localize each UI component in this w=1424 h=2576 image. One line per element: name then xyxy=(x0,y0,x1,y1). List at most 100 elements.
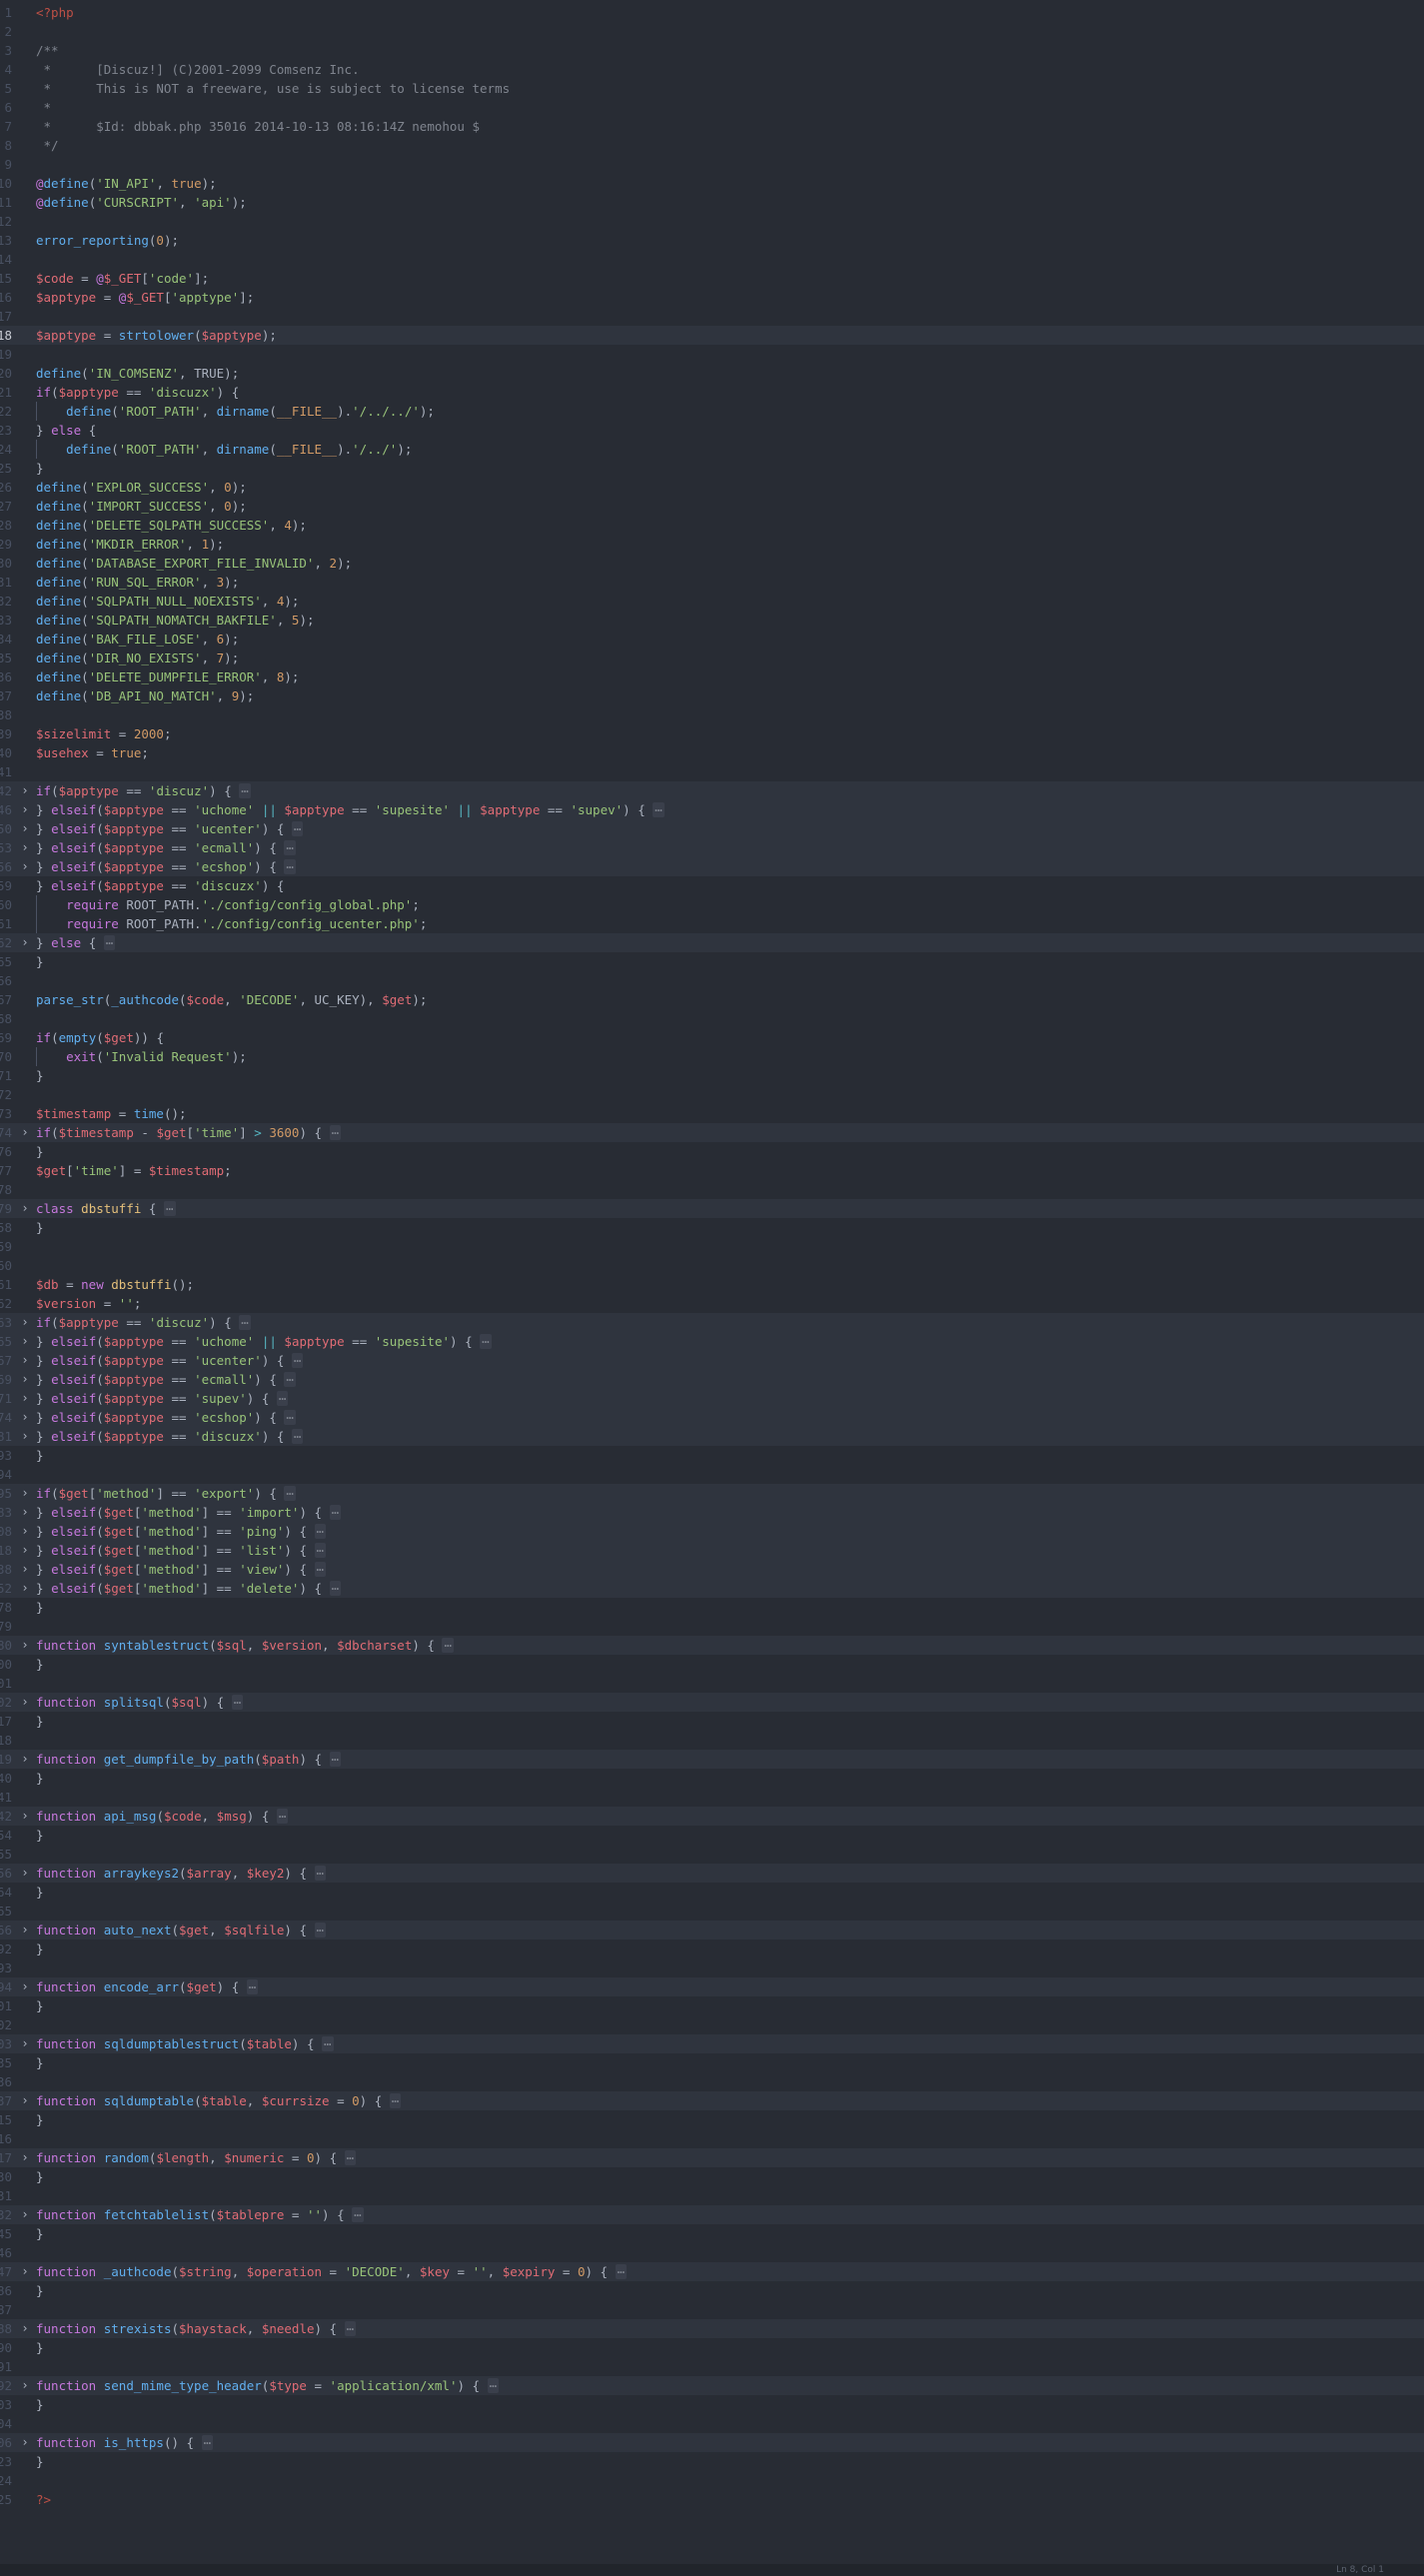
code-line[interactable]: 8 */ xyxy=(0,136,1424,155)
code-line[interactable]: 18 $apptype = strtolower($apptype); xyxy=(0,326,1424,345)
code-line[interactable]: 365›} elseif($apptype == 'uchome' || $ap… xyxy=(0,1332,1424,1351)
cursor-position[interactable]: Ln 8, Col 1 xyxy=(1336,2564,1384,2576)
fold-chevron-icon[interactable]: › xyxy=(19,2091,31,2110)
fold-chevron-icon[interactable]: › xyxy=(19,1693,31,1712)
fold-chevron-icon[interactable]: › xyxy=(19,1503,31,1522)
folded-region-ellipsis[interactable]: ⋯ xyxy=(322,2036,334,2051)
fold-chevron-icon[interactable]: › xyxy=(19,1750,31,1769)
code-line[interactable]: 77 $get['time'] = $timestamp; xyxy=(0,1161,1424,1180)
code-line[interactable]: 618 xyxy=(0,1731,1424,1750)
code-line[interactable]: 38 xyxy=(0,705,1424,724)
fold-chevron-icon[interactable]: › xyxy=(19,1484,31,1503)
code-line[interactable]: 906 › function is_https() { ⋯ xyxy=(0,2433,1424,2452)
code-line[interactable]: 816 xyxy=(0,2129,1424,2148)
folded-region-ellipsis[interactable]: ⋯ xyxy=(103,935,116,950)
code-line[interactable]: 694 › function encode_arr($get) { ⋯ xyxy=(0,1977,1424,1996)
code-line[interactable]: 692} xyxy=(0,1939,1424,1958)
fold-chevron-icon[interactable]: › xyxy=(19,933,31,952)
folded-region-ellipsis[interactable]: ⋯ xyxy=(442,1638,454,1653)
code-line[interactable]: 601 xyxy=(0,1674,1424,1693)
code-line[interactable]: 61 require ROOT_PATH.'./config/config_uc… xyxy=(0,914,1424,933)
code-line[interactable]: 578} xyxy=(0,1598,1424,1617)
fold-chevron-icon[interactable]: › xyxy=(19,857,31,876)
fold-chevron-icon[interactable]: › xyxy=(19,2319,31,2338)
fold-chevron-icon[interactable]: › xyxy=(19,819,31,838)
fold-chevron-icon[interactable]: › xyxy=(19,2376,31,2395)
folded-region-ellipsis[interactable]: ⋯ xyxy=(284,840,296,855)
code-line[interactable]: 903} xyxy=(0,2395,1424,2414)
folded-region-ellipsis[interactable]: ⋯ xyxy=(276,1809,289,1824)
fold-chevron-icon[interactable]: › xyxy=(19,838,31,857)
code-line[interactable]: 600} xyxy=(0,1655,1424,1674)
folded-region-ellipsis[interactable]: ⋯ xyxy=(284,1372,296,1387)
code-line[interactable]: 890} xyxy=(0,2338,1424,2357)
folded-region-ellipsis[interactable]: ⋯ xyxy=(329,1125,342,1140)
code-line[interactable]: 358} xyxy=(0,1218,1424,1237)
code-line[interactable]: 19 xyxy=(0,345,1424,364)
folded-region-ellipsis[interactable]: ⋯ xyxy=(480,1334,492,1349)
fold-chevron-icon[interactable]: › xyxy=(19,1123,31,1142)
code-line[interactable]: 602 › function splitsql($sql) { ⋯ xyxy=(0,1693,1424,1712)
code-line[interactable]: 5 * This is NOT a freeware, use is subje… xyxy=(0,79,1424,98)
fold-chevron-icon[interactable]: › xyxy=(19,1541,31,1560)
code-line[interactable]: 359 xyxy=(0,1237,1424,1256)
code-line[interactable]: 374›} elseif($apptype == 'ecshop') { ⋯ xyxy=(0,1408,1424,1427)
code-line[interactable]: 72 xyxy=(0,1085,1424,1104)
code-line[interactable]: 654} xyxy=(0,1826,1424,1845)
code-line[interactable]: 60 require ROOT_PATH.'./config/config_gl… xyxy=(0,895,1424,914)
code-line[interactable]: 35 define('DIR_NO_EXISTS', 7); xyxy=(0,648,1424,667)
code-line[interactable]: 888 › function strexists($haystack, $needl… xyxy=(0,2319,1424,2338)
code-line[interactable]: 642 › function api_msg($code, $msg) { ⋯ xyxy=(0,1807,1424,1826)
code-line[interactable]: 737 › function sqldumptable($table, $currs… xyxy=(0,2091,1424,2110)
folded-region-ellipsis[interactable]: ⋯ xyxy=(284,1410,296,1425)
fold-chevron-icon[interactable]: › xyxy=(19,800,31,819)
code-line[interactable]: 736 xyxy=(0,2072,1424,2091)
code-line[interactable]: 831 xyxy=(0,2186,1424,2205)
code-editor[interactable]: 1 <?php 2 3/** 4 * [Discuz!] (C)2001-2099 Co… xyxy=(0,0,1424,2576)
code-line[interactable]: 66 xyxy=(0,971,1424,990)
code-line[interactable]: 39 $sizelimit = 2000; xyxy=(0,724,1424,743)
code-line[interactable]: 42 › if($apptype == 'discuz') { ⋯ xyxy=(0,781,1424,800)
code-line[interactable]: 619 › function get_dumpfile_by_path($path)… xyxy=(0,1750,1424,1769)
code-line[interactable]: 14 xyxy=(0,250,1424,269)
folded-region-ellipsis[interactable]: ⋯ xyxy=(487,2378,500,2393)
folded-region-ellipsis[interactable]: ⋯ xyxy=(344,2150,357,2165)
code-line[interactable]: 665 xyxy=(0,1902,1424,1921)
code-line[interactable]: 26 define('EXPLOR_SUCCESS', 0); xyxy=(0,478,1424,497)
folded-region-ellipsis[interactable]: ⋯ xyxy=(314,1866,327,1881)
code-line[interactable]: 830} xyxy=(0,2167,1424,2186)
code-line[interactable]: 36 define('DELETE_DUMPFILE_ERROR', 8); xyxy=(0,667,1424,686)
code-line[interactable]: 32 define('SQLPATH_NULL_NOEXISTS', 4); xyxy=(0,592,1424,611)
code-line[interactable]: 361 $db = new dbstuffi(); xyxy=(0,1275,1424,1294)
code-line[interactable]: 508 ›} elseif($get['method'] == 'ping') {… xyxy=(0,1522,1424,1541)
code-line[interactable]: 33 define('SQLPATH_NOMATCH_BAKFILE', 5); xyxy=(0,611,1424,630)
code-line[interactable]: 79 › class dbstuffi { ⋯ xyxy=(0,1199,1424,1218)
fold-chevron-icon[interactable]: › xyxy=(19,1351,31,1370)
fold-chevron-icon[interactable]: › xyxy=(19,1370,31,1389)
code-line[interactable]: 925 ?> xyxy=(0,2490,1424,2509)
code-line[interactable]: 69 if(empty($get)) { xyxy=(0,1028,1424,1047)
code-line[interactable]: 15 $code = @$_GET['code']; xyxy=(0,269,1424,288)
fold-chevron-icon[interactable]: › xyxy=(19,1313,31,1332)
folded-region-ellipsis[interactable]: ⋯ xyxy=(291,1353,304,1368)
folded-region-ellipsis[interactable]: ⋯ xyxy=(239,1315,251,1330)
code-line[interactable]: 703 › function sqldumptablestruct($table) … xyxy=(0,2034,1424,2053)
code-line[interactable]: 579 xyxy=(0,1617,1424,1636)
code-line[interactable]: 846 xyxy=(0,2243,1424,2262)
fold-chevron-icon[interactable]: › xyxy=(19,1427,31,1446)
code-line[interactable]: 817 › function random($length, $numeric = … xyxy=(0,2148,1424,2167)
code-line[interactable]: 11 @define('CURSCRIPT', 'api'); xyxy=(0,193,1424,212)
code-line[interactable]: 666 › function auto_next($get, $sqlfile) {… xyxy=(0,1921,1424,1939)
code-line[interactable]: 367›} elseif($apptype == 'ucenter') { ⋯ xyxy=(0,1351,1424,1370)
code-line[interactable]: 735} xyxy=(0,2053,1424,2072)
folded-region-ellipsis[interactable]: ⋯ xyxy=(329,1581,342,1596)
folded-region-ellipsis[interactable]: ⋯ xyxy=(246,1979,259,1994)
code-line[interactable]: 73 $timestamp = time(); xyxy=(0,1104,1424,1123)
fold-chevron-icon[interactable]: › xyxy=(19,1807,31,1826)
folded-region-ellipsis[interactable]: ⋯ xyxy=(314,1524,327,1539)
fold-chevron-icon[interactable]: › xyxy=(19,2034,31,2053)
code-line[interactable]: 37 define('DB_API_NO_MATCH', 9); xyxy=(0,686,1424,705)
code-line[interactable]: 483 ›} elseif($get['method'] == 'import')… xyxy=(0,1503,1424,1522)
code-line[interactable]: 538 ›} elseif($get['method'] == 'view') {… xyxy=(0,1560,1424,1579)
code-line[interactable]: 664} xyxy=(0,1883,1424,1902)
